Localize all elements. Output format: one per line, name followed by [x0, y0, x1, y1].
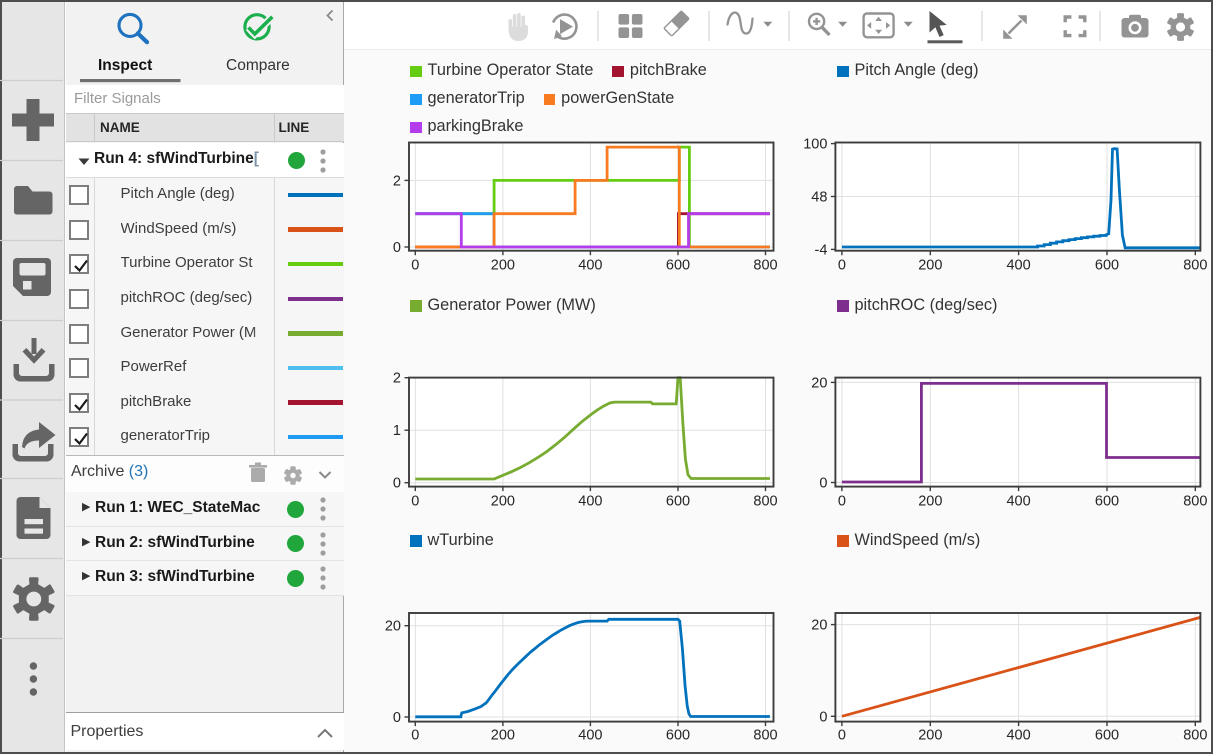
svg-text:200: 200 — [491, 258, 515, 274]
svg-text:2: 2 — [393, 371, 401, 387]
svg-text:200: 200 — [918, 728, 942, 744]
svg-text:600: 600 — [1095, 728, 1119, 744]
svg-text:800: 800 — [753, 728, 777, 744]
svg-text:0: 0 — [393, 240, 401, 256]
svg-text:-4: -4 — [814, 242, 827, 258]
svg-text:48: 48 — [811, 190, 827, 206]
svg-text:600: 600 — [666, 728, 690, 744]
svg-text:0: 0 — [411, 494, 419, 510]
svg-text:800: 800 — [1183, 494, 1207, 510]
svg-text:0: 0 — [819, 476, 827, 492]
svg-text:600: 600 — [1095, 494, 1119, 510]
svg-text:200: 200 — [918, 258, 942, 274]
svg-text:400: 400 — [1006, 728, 1030, 744]
svg-text:20: 20 — [385, 619, 401, 635]
svg-text:400: 400 — [1006, 494, 1030, 510]
svg-text:0: 0 — [838, 258, 846, 274]
svg-text:0: 0 — [411, 728, 419, 744]
svg-text:0: 0 — [838, 728, 846, 744]
svg-text:800: 800 — [1183, 258, 1207, 274]
svg-text:400: 400 — [578, 728, 602, 744]
svg-text:400: 400 — [578, 258, 602, 274]
svg-text:200: 200 — [491, 494, 515, 510]
svg-text:0: 0 — [819, 709, 827, 725]
svg-text:600: 600 — [666, 494, 690, 510]
svg-text:400: 400 — [1006, 258, 1030, 274]
svg-text:600: 600 — [666, 258, 690, 274]
svg-text:800: 800 — [753, 494, 777, 510]
svg-text:400: 400 — [578, 494, 602, 510]
svg-text:0: 0 — [411, 258, 419, 274]
svg-text:800: 800 — [1183, 728, 1207, 744]
svg-text:800: 800 — [753, 258, 777, 274]
svg-text:20: 20 — [811, 618, 827, 634]
svg-text:200: 200 — [918, 494, 942, 510]
svg-text:600: 600 — [1095, 258, 1119, 274]
svg-text:1: 1 — [393, 423, 401, 439]
svg-text:0: 0 — [838, 494, 846, 510]
svg-text:100: 100 — [803, 137, 827, 153]
svg-text:200: 200 — [491, 728, 515, 744]
svg-text:0: 0 — [393, 476, 401, 492]
svg-text:2: 2 — [393, 173, 401, 189]
svg-text:0: 0 — [393, 710, 401, 726]
svg-text:20: 20 — [811, 375, 827, 391]
